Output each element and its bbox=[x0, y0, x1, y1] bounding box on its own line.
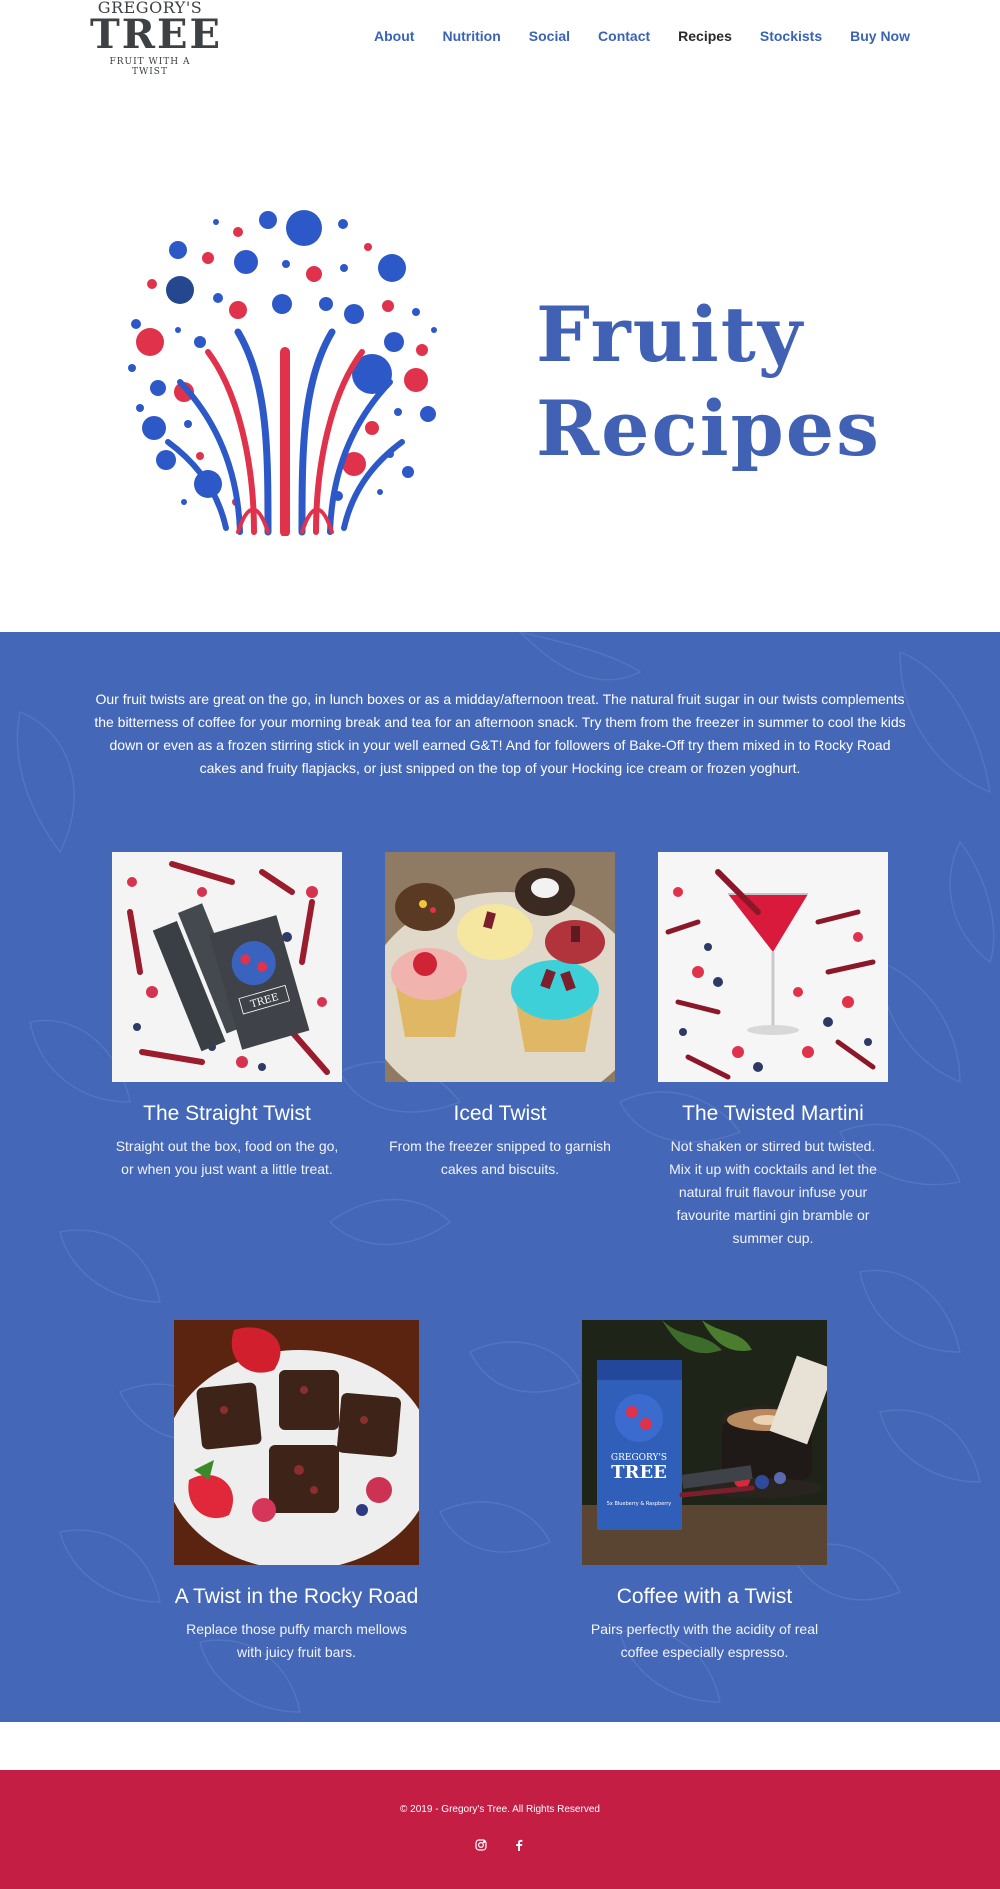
recipe-card-twisted-martini: The Twisted Martini Not shaken or stirre… bbox=[658, 852, 888, 1250]
page-title-line1: Fruity bbox=[536, 290, 805, 379]
recipe-title: Iced Twist bbox=[453, 1102, 547, 1125]
nav-contact[interactable]: Contact bbox=[598, 28, 650, 44]
nav-recipes[interactable]: Recipes bbox=[678, 28, 732, 44]
recipes-section: Our fruit twists are great on the go, in… bbox=[0, 632, 1000, 1722]
nav-buy-now[interactable]: Buy Now bbox=[850, 28, 910, 44]
logo[interactable]: GREGORY'S TREE FRUIT WITH A TWIST bbox=[90, 0, 222, 77]
recipes-intro: Our fruit twists are great on the go, in… bbox=[94, 691, 906, 776]
nav-nutrition[interactable]: Nutrition bbox=[442, 28, 500, 44]
main-nav: About Nutrition Social Contact Recipes S… bbox=[374, 28, 910, 44]
site-header: GREGORY'S TREE FRUIT WITH A TWIST About … bbox=[0, 0, 1000, 80]
iced-twist-image bbox=[365, 852, 645, 1112]
site-footer: © 2019 - Gregory's Tree. All Rights Rese… bbox=[0, 1770, 1000, 1889]
nav-stockists[interactable]: Stockists bbox=[760, 28, 822, 44]
tree-logo-illustration bbox=[128, 210, 437, 536]
recipe-description: Straight out the box, food on the go, or… bbox=[115, 1138, 339, 1177]
recipe-title: The Twisted Martini bbox=[682, 1102, 864, 1125]
twisted-martini-image bbox=[658, 852, 888, 1082]
box-brand-main-text: TREE bbox=[611, 1462, 667, 1483]
page-title-line2: Recipes bbox=[536, 384, 881, 473]
facebook-icon[interactable] bbox=[511, 1837, 527, 1853]
page-title: Fruity Recipes bbox=[536, 288, 881, 476]
recipe-card-iced-twist: Iced Twist From the freezer snipped to g… bbox=[365, 852, 645, 1181]
instagram-icon[interactable] bbox=[473, 1837, 489, 1853]
recipe-description: Replace those puffy march mellows with j… bbox=[186, 1621, 407, 1660]
logo-name-main: TREE bbox=[90, 11, 222, 58]
recipe-card-rocky-road: A Twist in the Rocky Road Replace those … bbox=[164, 1320, 434, 1664]
recipe-description: Pairs perfectly with the acidity of real… bbox=[590, 1621, 819, 1660]
recipe-title: A Twist in the Rocky Road bbox=[174, 1585, 419, 1608]
recipe-title: Coffee with a Twist bbox=[616, 1585, 793, 1608]
hero-section: Fruity Recipes bbox=[0, 80, 1000, 632]
coffee-twist-image: GREGORY'S TREE 5x Blueberry & Raspberry bbox=[582, 1320, 835, 1565]
nav-about[interactable]: About bbox=[374, 28, 414, 44]
rocky-road-image bbox=[164, 1320, 434, 1570]
logo-tagline: FRUIT WITH A TWIST bbox=[109, 57, 191, 77]
recipe-description: Not shaken or stirred but twisted. Mix i… bbox=[669, 1138, 877, 1246]
recipe-title: The Straight Twist bbox=[143, 1102, 311, 1125]
box-flavour-text: 5x Blueberry & Raspberry bbox=[607, 1501, 672, 1507]
nav-social[interactable]: Social bbox=[529, 28, 570, 44]
recipe-card-coffee-twist: GREGORY'S TREE 5x Blueberry & Raspberry … bbox=[582, 1320, 835, 1664]
copyright-text: © 2019 - Gregory's Tree. All Rights Rese… bbox=[400, 1804, 600, 1815]
recipe-description: From the freezer snipped to garnish cake… bbox=[389, 1138, 611, 1177]
social-links bbox=[0, 1837, 1000, 1853]
recipe-card-straight-twist: TREE The Straight Twist Straight out the… bbox=[112, 852, 342, 1181]
straight-twist-image: TREE bbox=[112, 852, 342, 1082]
